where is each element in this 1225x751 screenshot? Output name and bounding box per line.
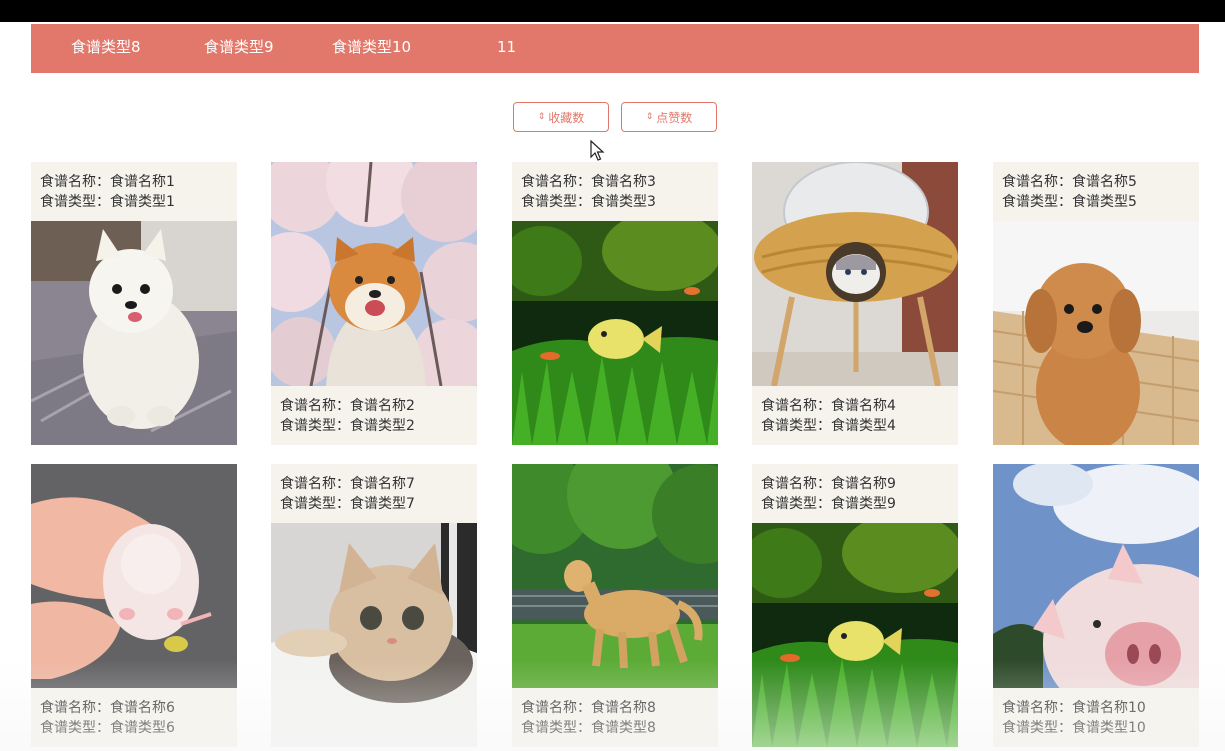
name-field-label: 食谱名称： bbox=[761, 398, 831, 414]
type-field-label: 食谱类型： bbox=[40, 720, 110, 736]
sort-favorites-label: 收藏数 bbox=[548, 110, 585, 125]
recipe-name: 食谱名称8 bbox=[591, 700, 656, 716]
name-field-label: 食谱名称： bbox=[1002, 700, 1072, 716]
recipe-name: 食谱名称3 bbox=[591, 174, 656, 190]
sort-icon: ⇕ bbox=[645, 111, 654, 122]
recipe-card[interactable]: 食谱名称：食谱名称5 食谱类型：食谱类型5 bbox=[993, 162, 1199, 445]
recipe-name: 食谱名称5 bbox=[1072, 174, 1137, 190]
type-field-label: 食谱类型： bbox=[521, 194, 591, 210]
recipe-info: 食谱名称：食谱名称8 食谱类型：食谱类型8 bbox=[512, 688, 718, 747]
recipe-type: 食谱类型5 bbox=[1072, 194, 1137, 210]
name-field-label: 食谱名称： bbox=[761, 476, 831, 492]
recipe-name: 食谱名称7 bbox=[350, 476, 415, 492]
fish-grass-photo bbox=[752, 523, 958, 747]
recipe-type: 食谱类型4 bbox=[831, 418, 896, 434]
sort-likes-label: 点赞数 bbox=[656, 110, 693, 125]
poodle-photo bbox=[993, 221, 1199, 445]
recipe-info: 食谱名称：食谱名称4 食谱类型：食谱类型4 bbox=[752, 386, 958, 445]
recipe-type: 食谱类型9 bbox=[831, 496, 896, 512]
type-field-label: 食谱类型： bbox=[761, 496, 831, 512]
kitten-in-box-photo bbox=[271, 523, 477, 747]
name-field-label: 食谱名称： bbox=[40, 174, 110, 190]
top-black-bar bbox=[0, 0, 1225, 22]
name-field-label: 食谱名称： bbox=[1002, 174, 1072, 190]
recipe-card[interactable]: 食谱名称：食谱名称10 食谱类型：食谱类型10 bbox=[993, 464, 1199, 751]
type-field-label: 食谱类型： bbox=[1002, 720, 1072, 736]
recipe-name: 食谱名称6 bbox=[110, 700, 175, 716]
recipe-type: 食谱类型8 bbox=[591, 720, 656, 736]
recipe-type: 食谱类型6 bbox=[110, 720, 175, 736]
nav-item-type10[interactable]: 食谱类型10 bbox=[332, 37, 411, 57]
name-field-label: 食谱名称： bbox=[521, 174, 591, 190]
recipe-card[interactable]: 食谱名称：食谱名称6 食谱类型：食谱类型6 bbox=[31, 464, 237, 751]
recipe-info: 食谱名称：食谱名称9 食谱类型：食谱类型9 bbox=[752, 464, 958, 523]
recipe-card[interactable]: 食谱名称：食谱名称8 食谱类型：食谱类型8 bbox=[512, 464, 718, 751]
recipe-info: 食谱名称：食谱名称1 食谱类型：食谱类型1 bbox=[31, 162, 237, 221]
cat-wicker-bed-photo bbox=[752, 162, 958, 386]
recipe-info: 食谱名称：食谱名称6 食谱类型：食谱类型6 bbox=[31, 688, 237, 747]
recipe-card[interactable]: 食谱名称：食谱名称2 食谱类型：食谱类型2 bbox=[271, 162, 477, 445]
recipe-type: 食谱类型7 bbox=[350, 496, 415, 512]
nav-item-type9[interactable]: 食谱类型9 bbox=[204, 37, 274, 57]
nav-item-11[interactable]: 11 bbox=[497, 37, 516, 57]
recipe-info: 食谱名称：食谱名称10 食谱类型：食谱类型10 bbox=[993, 688, 1199, 747]
recipe-name: 食谱名称1 bbox=[110, 174, 175, 190]
recipe-info: 食谱名称：食谱名称2 食谱类型：食谱类型2 bbox=[271, 386, 477, 445]
sort-by-likes-button[interactable]: ⇕ 点赞数 bbox=[621, 102, 717, 132]
name-field-label: 食谱名称： bbox=[521, 700, 591, 716]
sort-by-favorites-button[interactable]: ⇕ 收藏数 bbox=[513, 102, 609, 132]
sort-icon: ⇕ bbox=[537, 111, 546, 122]
name-field-label: 食谱名称： bbox=[280, 398, 350, 414]
recipe-card[interactable]: 食谱名称：食谱名称7 食谱类型：食谱类型7 bbox=[271, 464, 477, 751]
type-field-label: 食谱类型： bbox=[1002, 194, 1072, 210]
recipe-type: 食谱类型2 bbox=[350, 418, 415, 434]
hamster-in-hand-photo bbox=[31, 464, 237, 688]
type-field-label: 食谱类型： bbox=[521, 720, 591, 736]
recipe-type: 食谱类型10 bbox=[1072, 720, 1146, 736]
recipe-card[interactable]: 食谱名称：食谱名称9 食谱类型：食谱类型9 bbox=[752, 464, 958, 751]
type-field-label: 食谱类型： bbox=[280, 418, 350, 434]
fish-grass-photo bbox=[512, 221, 718, 445]
type-field-label: 食谱类型： bbox=[761, 418, 831, 434]
pig-sky-photo bbox=[993, 464, 1199, 688]
type-field-label: 食谱类型： bbox=[40, 194, 110, 210]
shiba-cherry-blossom-photo bbox=[271, 162, 477, 386]
recipe-name: 食谱名称2 bbox=[350, 398, 415, 414]
recipe-card[interactable]: 食谱名称：食谱名称4 食谱类型：食谱类型4 bbox=[752, 162, 958, 445]
recipe-name: 食谱名称10 bbox=[1072, 700, 1146, 716]
recipe-info: 食谱名称：食谱名称3 食谱类型：食谱类型3 bbox=[512, 162, 718, 221]
type-field-label: 食谱类型： bbox=[280, 496, 350, 512]
recipe-info: 食谱名称：食谱名称5 食谱类型：食谱类型5 bbox=[993, 162, 1199, 221]
white-pomeranian-photo bbox=[31, 221, 237, 445]
name-field-label: 食谱名称： bbox=[40, 700, 110, 716]
golden-retriever-photo bbox=[512, 464, 718, 688]
mouse-cursor-icon bbox=[590, 140, 605, 161]
recipe-type: 食谱类型3 bbox=[591, 194, 656, 210]
recipe-info: 食谱名称：食谱名称7 食谱类型：食谱类型7 bbox=[271, 464, 477, 523]
recipe-name: 食谱名称4 bbox=[831, 398, 896, 414]
recipe-card[interactable]: 食谱名称：食谱名称1 食谱类型：食谱类型1 bbox=[31, 162, 237, 445]
category-nav: 食谱类型8 食谱类型9 食谱类型10 11 bbox=[31, 24, 1199, 73]
name-field-label: 食谱名称： bbox=[280, 476, 350, 492]
recipe-card[interactable]: 食谱名称：食谱名称3 食谱类型：食谱类型3 bbox=[512, 162, 718, 445]
nav-item-type8[interactable]: 食谱类型8 bbox=[71, 37, 141, 57]
recipe-type: 食谱类型1 bbox=[110, 194, 175, 210]
recipe-name: 食谱名称9 bbox=[831, 476, 896, 492]
